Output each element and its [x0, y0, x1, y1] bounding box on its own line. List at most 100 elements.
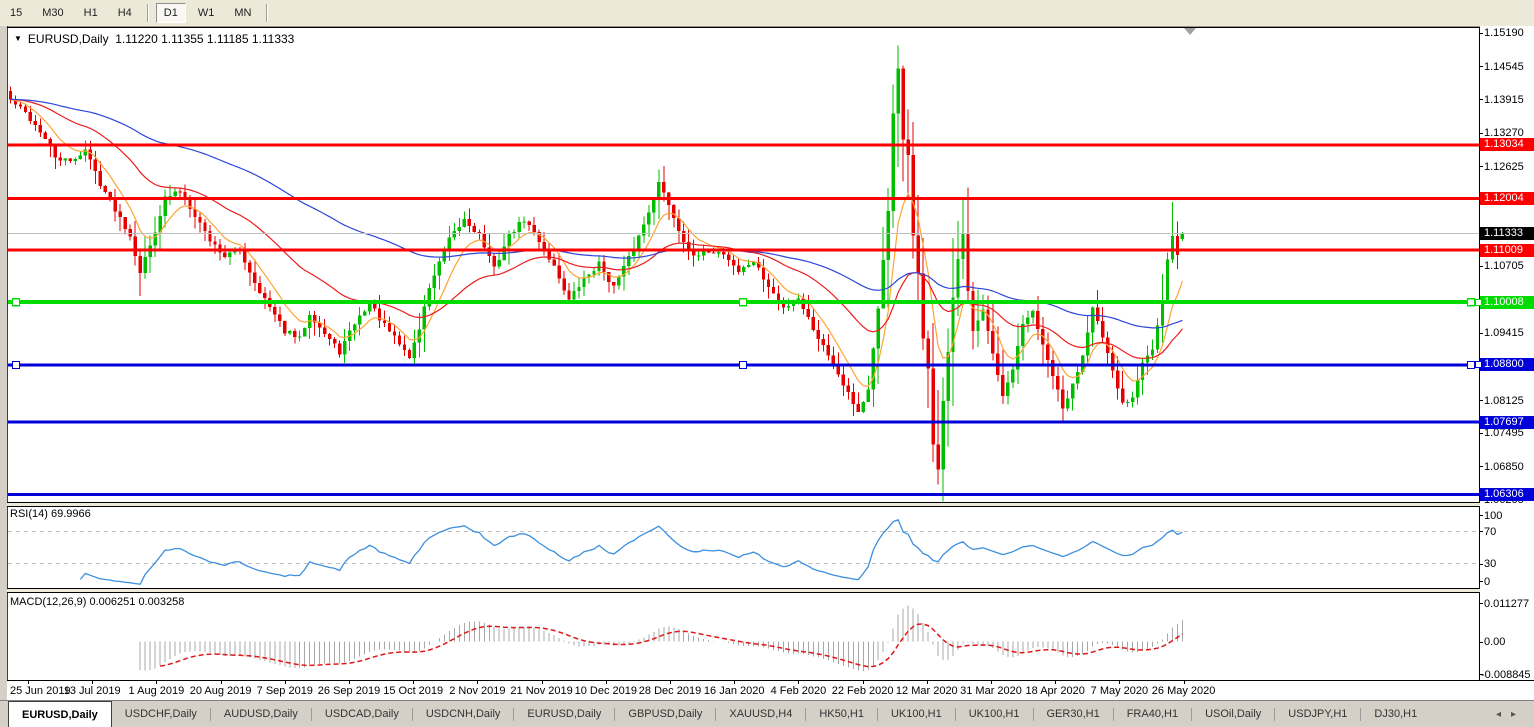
window-left-frame: [0, 26, 8, 700]
ma-slow-line[interactable]: [10, 98, 1183, 329]
candle-bearish: [931, 368, 935, 445]
candle-bearish: [906, 139, 910, 155]
candle-bearish: [1056, 376, 1060, 390]
price-label-1.13034[interactable]: 1.13034: [1480, 138, 1534, 152]
price-axis-tickmark: [1479, 332, 1483, 334]
chart-tab-gbpusd-daily[interactable]: GBPUSD,Daily: [615, 701, 715, 727]
price-label-1.11009[interactable]: 1.11009: [1480, 243, 1534, 257]
chart-tab-usdcad-daily[interactable]: USDCAD,Daily: [312, 701, 412, 727]
ma-medium-line[interactable]: [10, 98, 1183, 359]
ma-fast-line[interactable]: [10, 98, 1183, 388]
time-axis-tick: [734, 681, 736, 684]
rsi-line: [79, 518, 1183, 585]
candle-bearish: [1100, 321, 1105, 338]
line-selection-handle[interactable]: [1475, 298, 1482, 306]
candle-bearish: [223, 252, 227, 257]
rsi-pane-canvas[interactable]: [8, 507, 1479, 588]
chart-tab-ger30-h1[interactable]: GER30,H1: [1034, 701, 1113, 727]
candle-bearish: [382, 320, 387, 324]
candle-bearish: [278, 314, 282, 321]
line-selection-handle[interactable]: [11, 298, 21, 307]
time-axis-label: 13 Jul 2019: [63, 685, 121, 697]
candle-bearish: [851, 392, 856, 404]
price-label-1.10008[interactable]: 1.10008: [1480, 295, 1534, 309]
candle-bearish: [682, 230, 686, 243]
timeframe-button-15[interactable]: 15: [2, 3, 30, 23]
candle-bullish: [961, 233, 965, 259]
line-selection-handle[interactable]: [1466, 360, 1476, 370]
macd-pane-canvas[interactable]: [8, 593, 1479, 680]
candle-bearish: [407, 350, 412, 359]
candle-bearish: [118, 211, 122, 218]
chart-tab-usdjpy-h1[interactable]: USDJPY,H1: [1275, 701, 1360, 727]
price-label-1.06306[interactable]: 1.06306: [1480, 487, 1534, 501]
price-label-1.11333[interactable]: 1.11333: [1480, 226, 1534, 240]
candle-bullish: [83, 149, 88, 156]
price-chart-canvas[interactable]: [8, 28, 1479, 502]
chart-tab-uk100-h1[interactable]: UK100,H1: [956, 701, 1033, 727]
macd-signal-line: [159, 623, 1183, 668]
time-axis-label: 21 Nov 2019: [510, 685, 573, 697]
tab-scroll-left-icon[interactable]: ◂: [1496, 709, 1501, 720]
candle-bullish: [352, 324, 357, 331]
line-selection-handle[interactable]: [1466, 298, 1476, 307]
candle-bearish: [612, 282, 616, 286]
candle-bullish: [657, 181, 661, 200]
candle-bearish: [766, 279, 771, 288]
candle-bullish: [517, 221, 521, 232]
time-axis-label: 12 Mar 2020: [895, 685, 958, 697]
chart-tab-xauusd-h4[interactable]: XAUUSD,H4: [716, 701, 805, 727]
chart-tab-usdcnh-daily[interactable]: USDCNH,Daily: [413, 701, 514, 727]
candle-bullish: [1165, 259, 1170, 302]
timeframe-button-w1[interactable]: W1: [190, 3, 223, 23]
candle-bearish: [966, 233, 970, 291]
price-label-1.07697[interactable]: 1.07697: [1480, 415, 1534, 429]
chart-tab-hk50-h1[interactable]: HK50,H1: [806, 701, 877, 727]
time-axis-tick: [1183, 681, 1185, 684]
rsi-axis-label: 100: [1484, 509, 1503, 522]
candle-bearish: [273, 306, 277, 315]
candle-bullish: [956, 258, 960, 298]
price-axis[interactable]: 1.15190 1.14545 1.13915 1.13270 1.12625 1.107…: [1475, 26, 1534, 681]
candle-bullish: [617, 276, 621, 286]
timeframe-button-mn[interactable]: MN: [226, 3, 259, 23]
candle-bullish: [597, 261, 601, 271]
candle-bullish: [716, 252, 721, 254]
macd-axis-label: -0.008845: [1481, 668, 1531, 681]
price-axis-tickmark: [1479, 265, 1483, 267]
time-axis-tick: [28, 681, 29, 684]
price-label-1.12004[interactable]: 1.12004: [1480, 191, 1534, 205]
candle-bearish: [971, 290, 975, 332]
tab-scroll-right-icon[interactable]: ▸: [1511, 709, 1516, 720]
chart-shift-marker-icon[interactable]: [1184, 28, 1196, 35]
chart-tab-usoil-daily[interactable]: USOil,Daily: [1192, 701, 1274, 727]
candle-bearish: [327, 333, 332, 340]
chart-tab-uk100-h1[interactable]: UK100,H1: [878, 701, 955, 727]
line-selection-handle[interactable]: [738, 360, 748, 370]
time-axis-tick: [991, 681, 992, 684]
chart-tab-eurusd-daily[interactable]: EURUSD,Daily: [8, 701, 112, 727]
timeframe-button-h4[interactable]: H4: [110, 3, 140, 23]
chart-tab-audusd-daily[interactable]: AUDUSD,Daily: [211, 701, 311, 727]
candle-bullish: [1085, 332, 1090, 356]
chart-tab-eurusd-daily[interactable]: EURUSD,Daily: [514, 701, 614, 727]
chart-tab-usdchf-daily[interactable]: USDCHF,Daily: [112, 701, 210, 727]
timeframe-button-h1[interactable]: H1: [76, 3, 106, 23]
line-selection-handle[interactable]: [11, 360, 21, 370]
timeframe-button-d1[interactable]: D1: [155, 3, 186, 23]
price-axis-tick-label: 1.06850: [1484, 460, 1524, 473]
candle-bearish: [562, 278, 566, 291]
candle-bullish: [746, 265, 751, 267]
chart-tab-dj30-h1[interactable]: DJ30,H1: [1361, 701, 1430, 727]
candle-bullish: [876, 308, 880, 349]
chart-tab-fra40-h1[interactable]: FRA40,H1: [1114, 701, 1191, 727]
price-axis-tick-label: 1.08125: [1484, 394, 1524, 407]
time-axis[interactable]: 25 Jun 2019 13 Jul 2019 1 Aug 2019 20 Aug 2…: [7, 680, 1534, 700]
line-selection-handle[interactable]: [738, 298, 748, 307]
rsi-value: 69.9966: [50, 508, 91, 520]
candle-bearish: [532, 225, 536, 233]
timeframe-button-m30[interactable]: M30: [34, 3, 71, 23]
line-selection-handle[interactable]: [1475, 361, 1482, 369]
chart-menu-triangle-icon[interactable]: ▼: [14, 34, 22, 43]
price-label-1.08800[interactable]: 1.08800: [1480, 358, 1534, 372]
